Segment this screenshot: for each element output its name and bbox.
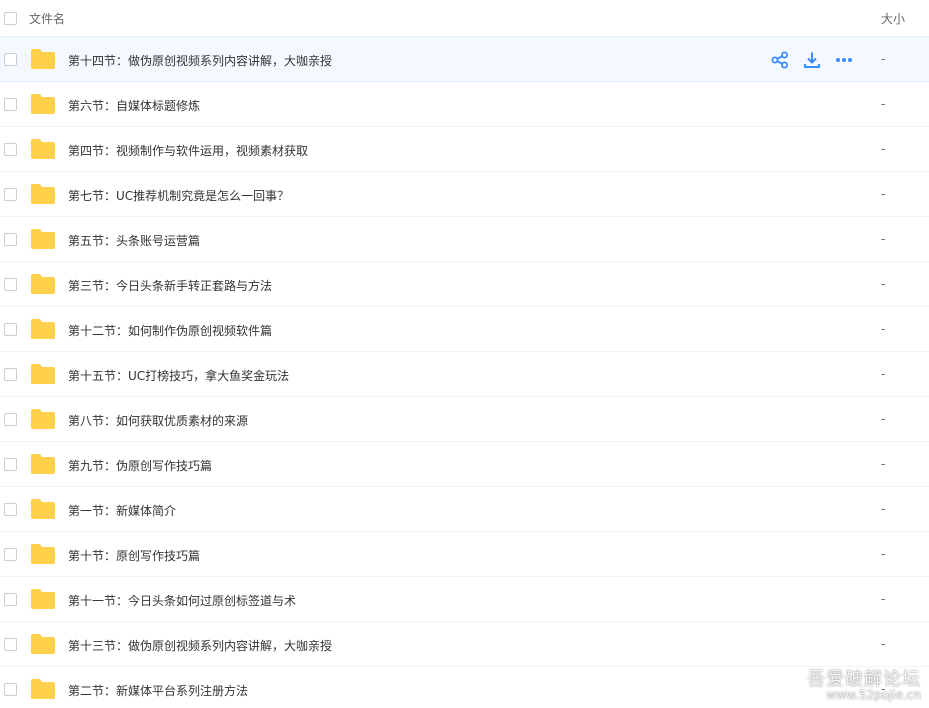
file-size: - <box>881 457 886 471</box>
row-checkbox[interactable] <box>4 458 17 471</box>
folder-icon <box>30 273 56 295</box>
file-list-header: 文件名 大小 <box>0 0 929 37</box>
folder-icon <box>30 498 56 520</box>
folder-icon <box>30 183 56 205</box>
folder-icon <box>30 633 56 655</box>
folder-icon <box>30 453 56 475</box>
file-name-link[interactable]: 第十二节：如何制作伪原创视频软件篇 <box>68 322 272 339</box>
row-checkbox[interactable] <box>4 683 17 696</box>
file-row[interactable]: 第三节：今日头条新手转正套路与方法 - <box>0 262 929 307</box>
column-header-name[interactable]: 文件名 <box>29 10 65 27</box>
file-size: - <box>881 322 886 336</box>
folder-icon <box>30 48 56 70</box>
row-checkbox[interactable] <box>4 503 17 516</box>
folder-icon <box>30 228 56 250</box>
watermark-line1: 吾爱破解论坛 <box>807 668 921 690</box>
file-size: - <box>881 367 886 381</box>
row-checkbox[interactable] <box>4 233 17 246</box>
file-name-link[interactable]: 第一节：新媒体简介 <box>68 502 176 519</box>
file-name-link[interactable]: 第十三节：做伪原创视频系列内容讲解，大咖亲授 <box>68 637 332 654</box>
row-checkbox[interactable] <box>4 593 17 606</box>
file-name-link[interactable]: 第五节：头条账号运营篇 <box>68 232 200 249</box>
folder-icon <box>30 543 56 565</box>
watermark: 吾爱破解论坛 www.52pojie.cn <box>807 668 921 703</box>
row-actions <box>771 51 853 69</box>
file-row[interactable]: 第九节：伪原创写作技巧篇 - <box>0 442 929 487</box>
file-size: - <box>881 547 886 561</box>
file-name-link[interactable]: 第七节：UC推荐机制究竟是怎么一回事？ <box>68 187 289 204</box>
file-name-link[interactable]: 第三节：今日头条新手转正套路与方法 <box>68 277 272 294</box>
row-checkbox[interactable] <box>4 323 17 336</box>
file-row[interactable]: 第五节：头条账号运营篇 - <box>0 217 929 262</box>
row-checkbox[interactable] <box>4 548 17 561</box>
folder-icon <box>30 363 56 385</box>
download-icon[interactable] <box>803 51 821 69</box>
file-size: - <box>881 637 886 651</box>
file-row[interactable]: 第十四节：做伪原创视频系列内容讲解，大咖亲授 - <box>0 37 929 82</box>
file-size: - <box>881 232 886 246</box>
file-row[interactable]: 第七节：UC推荐机制究竟是怎么一回事？ - <box>0 172 929 217</box>
column-header-size[interactable]: 大小 <box>881 10 905 27</box>
file-row[interactable]: 第十二节：如何制作伪原创视频软件篇 - <box>0 307 929 352</box>
file-size: - <box>881 592 886 606</box>
file-row[interactable]: 第四节：视频制作与软件运用，视频素材获取 - <box>0 127 929 172</box>
folder-icon <box>30 93 56 115</box>
row-checkbox[interactable] <box>4 98 17 111</box>
file-name-link[interactable]: 第四节：视频制作与软件运用，视频素材获取 <box>68 142 308 159</box>
folder-icon <box>30 138 56 160</box>
file-row[interactable]: 第十五节：UC打榜技巧，拿大鱼奖金玩法 - <box>0 352 929 397</box>
file-name-link[interactable]: 第六节：自媒体标题修炼 <box>68 97 200 114</box>
file-size: - <box>881 502 886 516</box>
row-checkbox[interactable] <box>4 413 17 426</box>
file-row[interactable]: 第十三节：做伪原创视频系列内容讲解，大咖亲授 - <box>0 622 929 667</box>
file-name-link[interactable]: 第二节：新媒体平台系列注册方法 <box>68 682 248 699</box>
file-row[interactable]: 第一节：新媒体简介 - <box>0 487 929 532</box>
file-name-link[interactable]: 第八节：如何获取优质素材的来源 <box>68 412 248 429</box>
file-row[interactable]: 第二节：新媒体平台系列注册方法 - <box>0 667 929 708</box>
folder-icon <box>30 678 56 700</box>
row-checkbox[interactable] <box>4 278 17 291</box>
folder-icon <box>30 588 56 610</box>
file-name-link[interactable]: 第十五节：UC打榜技巧，拿大鱼奖金玩法 <box>68 367 289 384</box>
file-size: - <box>881 412 886 426</box>
file-name-link[interactable]: 第十四节：做伪原创视频系列内容讲解，大咖亲授 <box>68 52 332 69</box>
file-size: - <box>881 52 886 66</box>
file-row[interactable]: 第八节：如何获取优质素材的来源 - <box>0 397 929 442</box>
share-icon[interactable] <box>771 51 789 69</box>
file-name-link[interactable]: 第十节：原创写作技巧篇 <box>68 547 200 564</box>
file-row[interactable]: 第十一节：今日头条如何过原创标签道与术 - <box>0 577 929 622</box>
more-icon[interactable] <box>835 51 853 69</box>
folder-icon <box>30 408 56 430</box>
folder-icon <box>30 318 56 340</box>
file-row[interactable]: 第六节：自媒体标题修炼 - <box>0 82 929 127</box>
row-checkbox[interactable] <box>4 638 17 651</box>
file-row[interactable]: 第十节：原创写作技巧篇 - <box>0 532 929 577</box>
row-checkbox[interactable] <box>4 143 17 156</box>
file-size: - <box>881 97 886 111</box>
row-checkbox[interactable] <box>4 188 17 201</box>
select-all-checkbox[interactable] <box>4 12 17 25</box>
file-size: - <box>881 277 886 291</box>
file-size: - <box>881 142 886 156</box>
file-size: - <box>881 187 886 201</box>
watermark-line2: www.52pojie.cn <box>826 688 921 703</box>
row-checkbox[interactable] <box>4 368 17 381</box>
file-name-link[interactable]: 第九节：伪原创写作技巧篇 <box>68 457 212 474</box>
row-checkbox[interactable] <box>4 53 17 66</box>
file-name-link[interactable]: 第十一节：今日头条如何过原创标签道与术 <box>68 592 296 609</box>
